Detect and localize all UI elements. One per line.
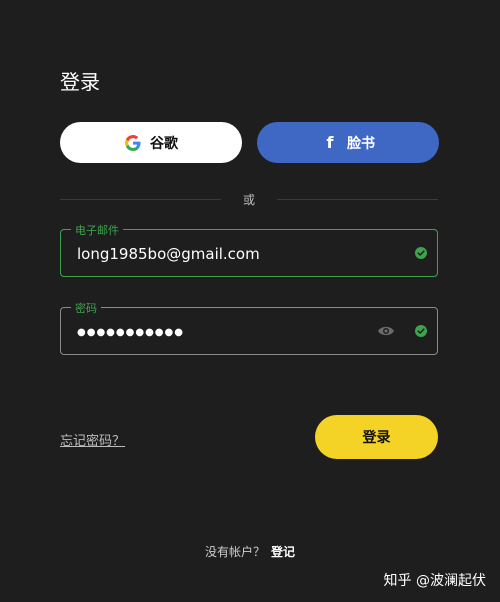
divider-line-left	[60, 198, 221, 200]
facebook-login-button[interactable]: f 脸书	[257, 122, 439, 163]
login-panel: 登录 谷歌 f 脸书 或 电子邮件 密码	[0, 0, 500, 602]
check-circle-icon	[415, 325, 427, 337]
facebook-icon: f	[326, 133, 334, 152]
check-circle-icon	[415, 247, 427, 259]
signup-row: 没有帐户？ 登记	[0, 543, 500, 560]
divider-line-right	[277, 198, 439, 200]
password-field[interactable]: 密码	[60, 300, 438, 356]
divider-text: 或	[243, 192, 256, 207]
forgot-password-link[interactable]: 忘记密码？	[60, 430, 125, 449]
signup-link[interactable]: 登记	[271, 545, 295, 559]
or-divider: 或	[60, 189, 439, 209]
google-icon	[124, 134, 142, 152]
eye-icon[interactable]	[377, 324, 395, 338]
password-input[interactable]	[75, 308, 379, 356]
google-login-label: 谷歌	[150, 135, 178, 152]
email-field[interactable]: 电子邮件	[60, 222, 438, 278]
watermark: 知乎 @波澜起伏	[383, 573, 486, 589]
facebook-login-label: 脸书	[347, 135, 375, 152]
google-login-button[interactable]: 谷歌	[60, 122, 242, 163]
email-input[interactable]	[75, 230, 379, 278]
login-button[interactable]: 登录	[315, 415, 438, 459]
page-title: 登录	[60, 70, 100, 94]
signup-prompt: 没有帐户？	[204, 545, 265, 559]
